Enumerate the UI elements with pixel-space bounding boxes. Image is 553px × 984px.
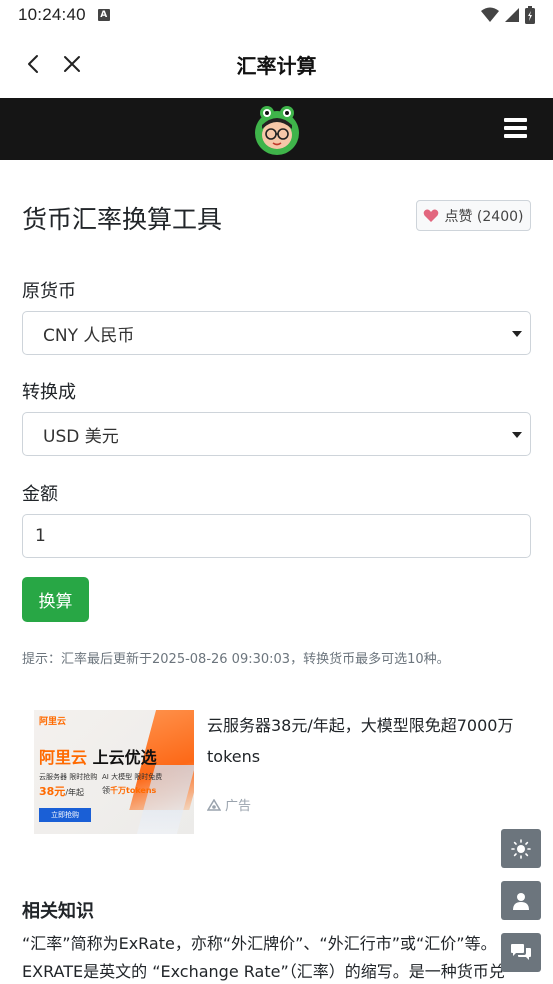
source-currency-select[interactable]: CNY 人民币: [22, 311, 531, 355]
amount-input[interactable]: 1: [22, 514, 531, 558]
ad-tokens-line: 领千万tokens: [102, 785, 156, 796]
amount-label: 金额: [22, 484, 58, 505]
hamburger-menu-icon[interactable]: [504, 118, 527, 138]
chat-button[interactable]: [501, 933, 541, 972]
dropdown-caret-icon: [512, 331, 522, 337]
ad-brand-logo: 阿里云: [39, 717, 67, 727]
menu-bar: [504, 134, 527, 138]
amount-value: 1: [35, 526, 46, 546]
ad-headline: 阿里云 上云优选: [39, 744, 157, 768]
ad-label: 广告: [207, 795, 251, 814]
wifi-icon: [481, 7, 499, 22]
knowledge-body: “汇率”简称为ExRate，亦称“外汇牌价”、“外汇行市”或“汇价”等。EXRA…: [22, 934, 505, 981]
ad-headline-brand: 阿里云: [39, 748, 88, 767]
ad-price-suffix: /年起: [65, 788, 85, 797]
ad-price: 38元/年起: [39, 783, 84, 799]
sun-icon: [511, 838, 531, 859]
theme-toggle-button[interactable]: [501, 829, 541, 868]
status-indicators: [481, 6, 535, 24]
notification-icon: A: [97, 9, 110, 21]
ad-tokens-value: 千万tokens: [110, 786, 157, 795]
ad-tokens-prefix: 领: [102, 786, 110, 795]
source-currency-label: 原货币: [22, 281, 76, 302]
ad-headline-slogan: 上云优选: [92, 748, 157, 767]
ad-offer-line: 云服务器 限时抢购: [39, 773, 98, 781]
menu-bar: [504, 126, 527, 130]
app-title: 汇率计算: [236, 54, 317, 78]
ad-cta-button[interactable]: 立即抢购: [39, 808, 91, 822]
chat-icon: [511, 943, 531, 960]
ad-image[interactable]: 阿里云 阿里云 上云优选 云服务器 限时抢购 38元/年起 AI 大模型 限时免…: [34, 710, 194, 834]
ad-choices-icon: [207, 798, 221, 811]
status-bar: 10:24:40 A: [0, 0, 553, 30]
status-time: 10:24:40: [18, 5, 86, 24]
source-currency-value: CNY 人民币: [43, 325, 135, 346]
user-icon: [513, 892, 529, 910]
target-currency-label: 转换成: [22, 382, 76, 403]
app-bar: 汇率计算: [0, 30, 553, 98]
site-navbar: [0, 98, 553, 160]
battery-icon: [525, 6, 535, 24]
user-button[interactable]: [501, 881, 541, 920]
dropdown-caret-icon: [512, 432, 522, 438]
ad-ai-line: AI 大模型 限时免费: [102, 773, 163, 781]
page-title: 货币汇率换算工具: [22, 205, 223, 234]
like-button[interactable]: 点赞 (2400): [416, 200, 531, 231]
heart-icon: [424, 209, 439, 222]
ad-link-text[interactable]: 云服务器38元/年起，大模型限免超7000万 tokens: [207, 710, 527, 772]
target-currency-select[interactable]: USD 美元: [22, 412, 531, 456]
convert-button[interactable]: 换算: [22, 577, 89, 622]
like-count-label: 点赞 (2400): [444, 208, 524, 225]
menu-bar: [504, 118, 527, 122]
ad-price-value: 38元: [39, 785, 66, 798]
target-currency-value: USD 美元: [43, 426, 119, 447]
frog-logo-icon[interactable]: [252, 103, 302, 155]
signal-icon: [505, 8, 519, 22]
update-hint: 提示：汇率最后更新于2025-08-26 09:30:03，转换货币最多可选10…: [22, 652, 450, 667]
knowledge-title: 相关知识: [22, 901, 94, 922]
ad-label-text: 广告: [225, 799, 252, 814]
